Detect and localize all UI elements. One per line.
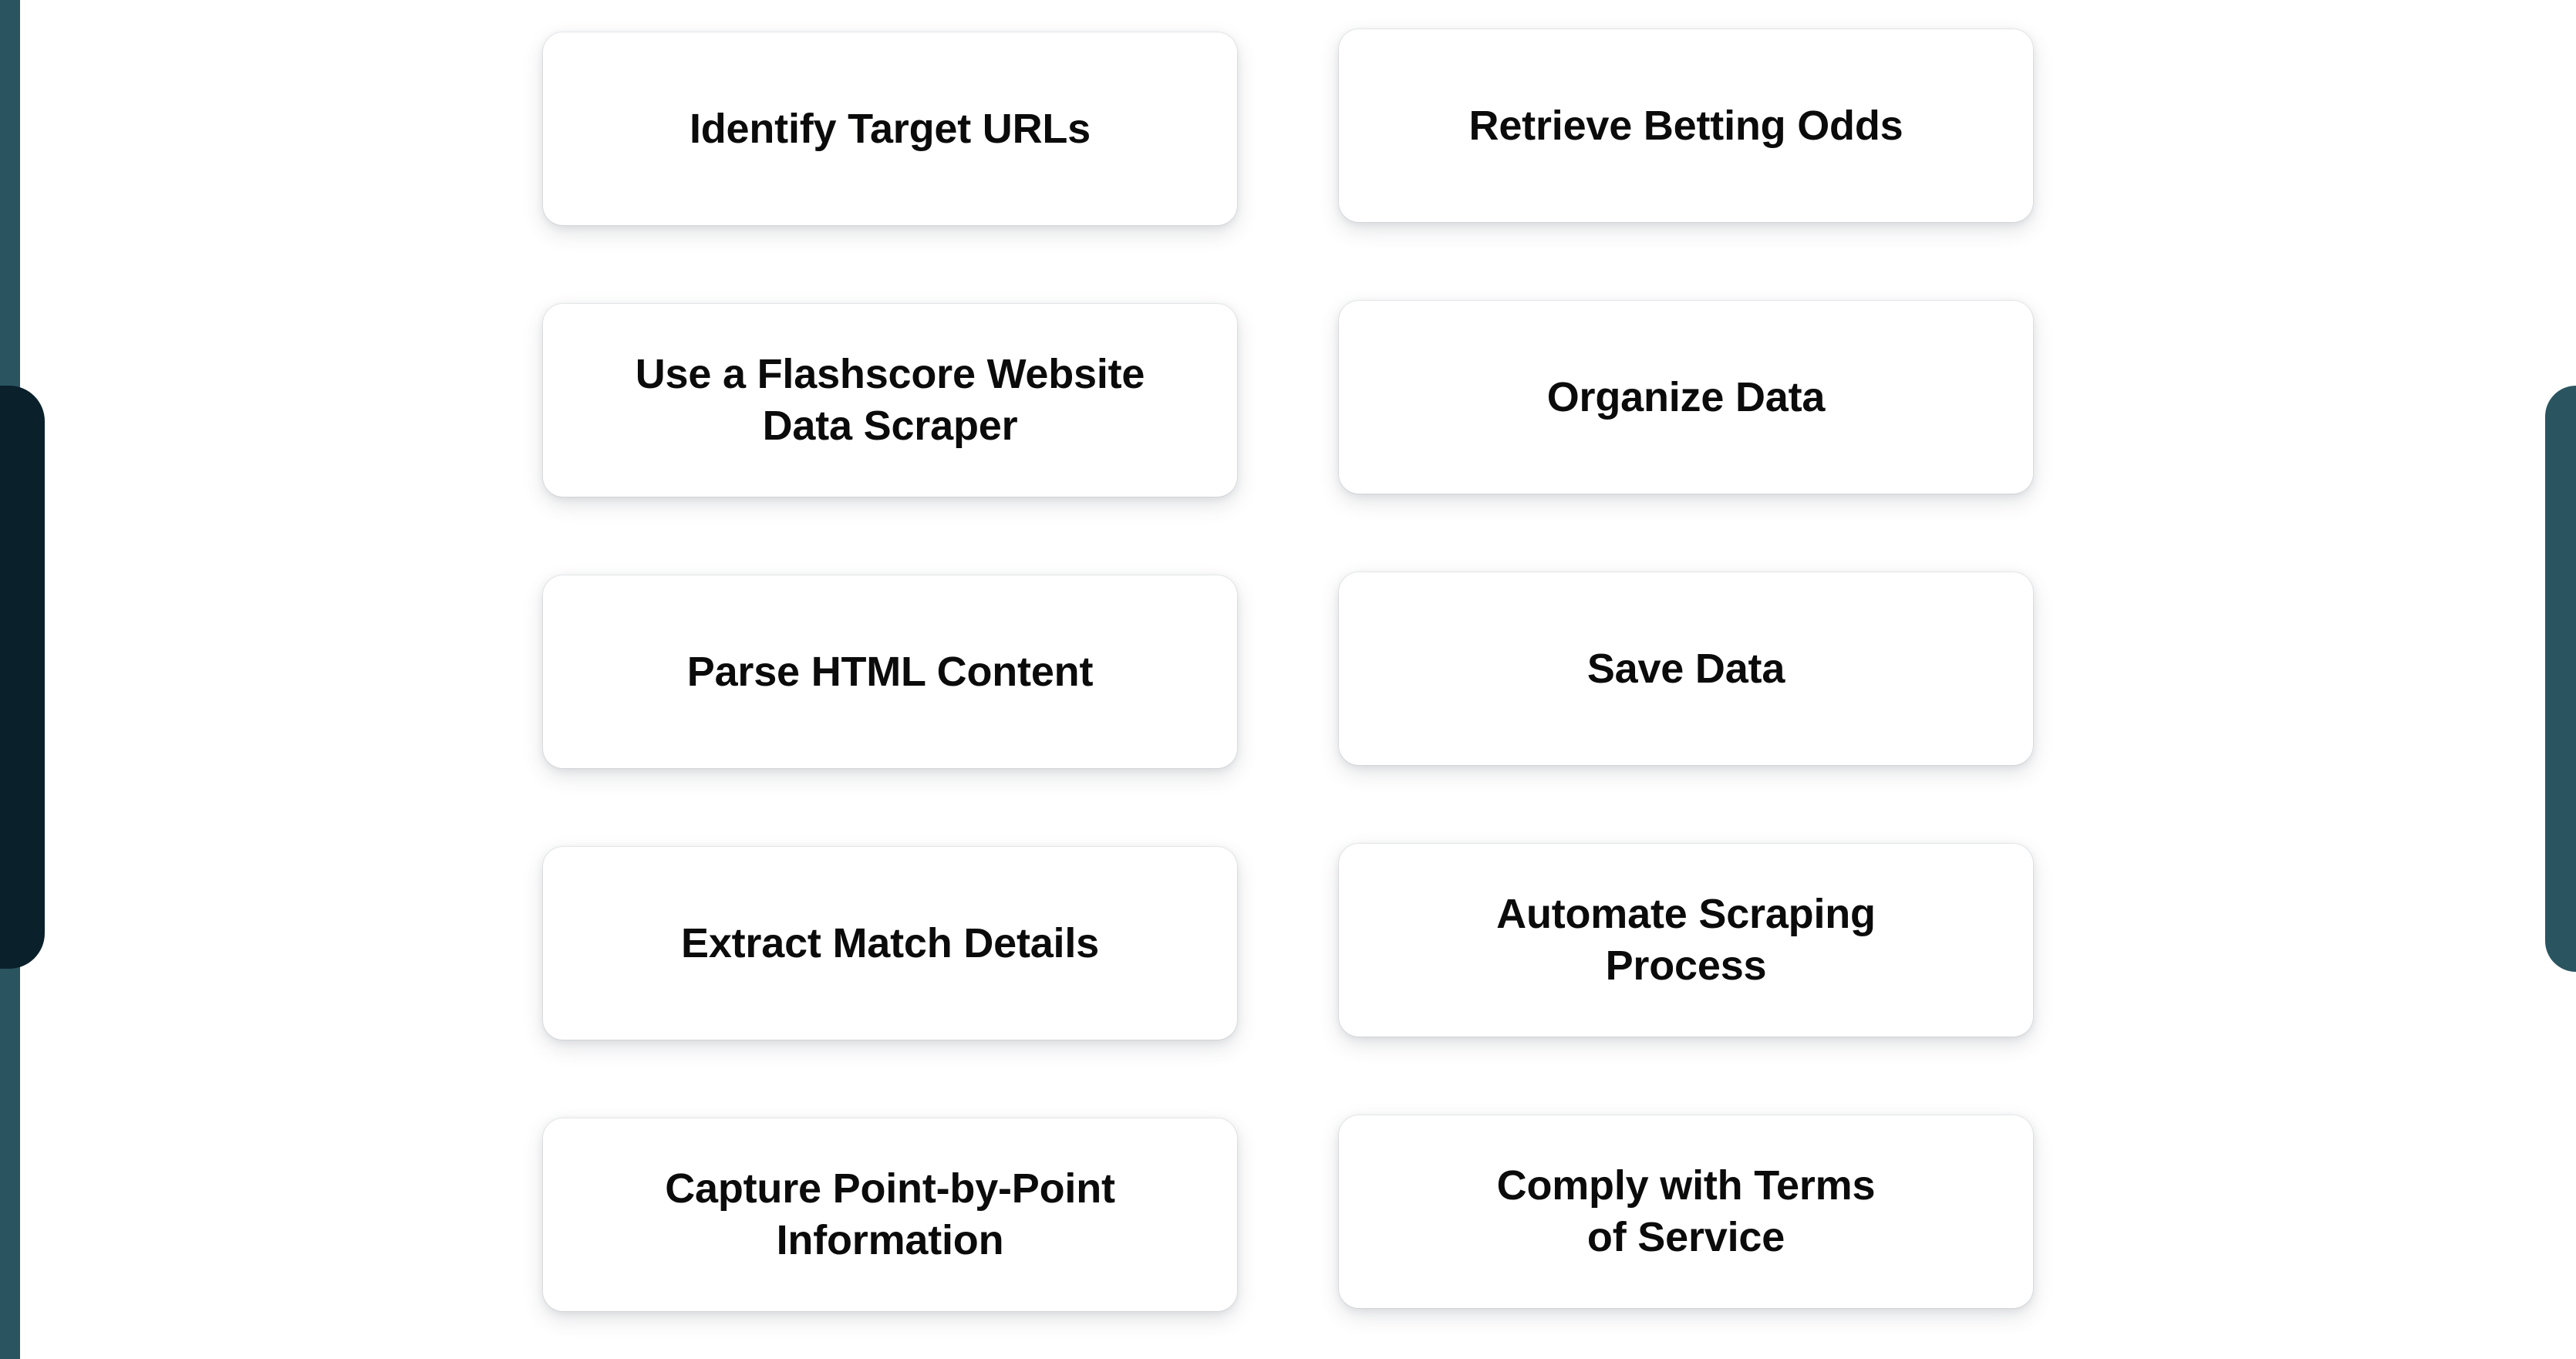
step-card-label: Identify Target URLs (689, 105, 1091, 152)
step-card-label: Automate Scraping Process (1496, 891, 1876, 989)
step-card-parse-html-content[interactable]: Parse HTML Content (543, 575, 1237, 768)
steps-column-left: Identify Target URLs Use a Flashscore We… (543, 32, 1237, 1311)
step-card-automate-scraping-process[interactable]: Automate Scraping Process (1339, 844, 2033, 1037)
step-card-retrieve-betting-odds[interactable]: Retrieve Betting Odds (1339, 29, 2033, 222)
step-card-organize-data[interactable]: Organize Data (1339, 301, 2033, 494)
step-card-identify-target-urls[interactable]: Identify Target URLs (543, 32, 1237, 225)
step-card-label: Capture Point-by-Point Information (665, 1165, 1115, 1263)
step-card-label: Save Data (1586, 645, 1785, 692)
left-dark-panel (0, 386, 45, 969)
step-card-label: Retrieve Betting Odds (1468, 102, 1903, 149)
step-card-capture-point-by-point-information[interactable]: Capture Point-by-Point Information (543, 1118, 1237, 1311)
right-teal-panel (2545, 386, 2576, 972)
step-card-label: Organize Data (1546, 373, 1826, 420)
steps-column-right: Retrieve Betting Odds Organize Data Save… (1339, 29, 2033, 1311)
steps-grid: Identify Target URLs Use a Flashscore We… (543, 29, 2033, 1311)
step-card-extract-match-details[interactable]: Extract Match Details (543, 847, 1237, 1040)
step-card-label: Comply with Terms of Service (1496, 1162, 1876, 1260)
step-card-label: Use a Flashscore Website Data Scraper (635, 351, 1145, 449)
step-card-comply-with-terms-of-service[interactable]: Comply with Terms of Service (1339, 1115, 2033, 1308)
step-card-label: Parse HTML Content (686, 648, 1094, 695)
step-card-use-flashscore-website-data-scraper[interactable]: Use a Flashscore Website Data Scraper (543, 304, 1237, 497)
step-card-label: Extract Match Details (681, 919, 1099, 966)
step-card-save-data[interactable]: Save Data (1339, 572, 2033, 765)
